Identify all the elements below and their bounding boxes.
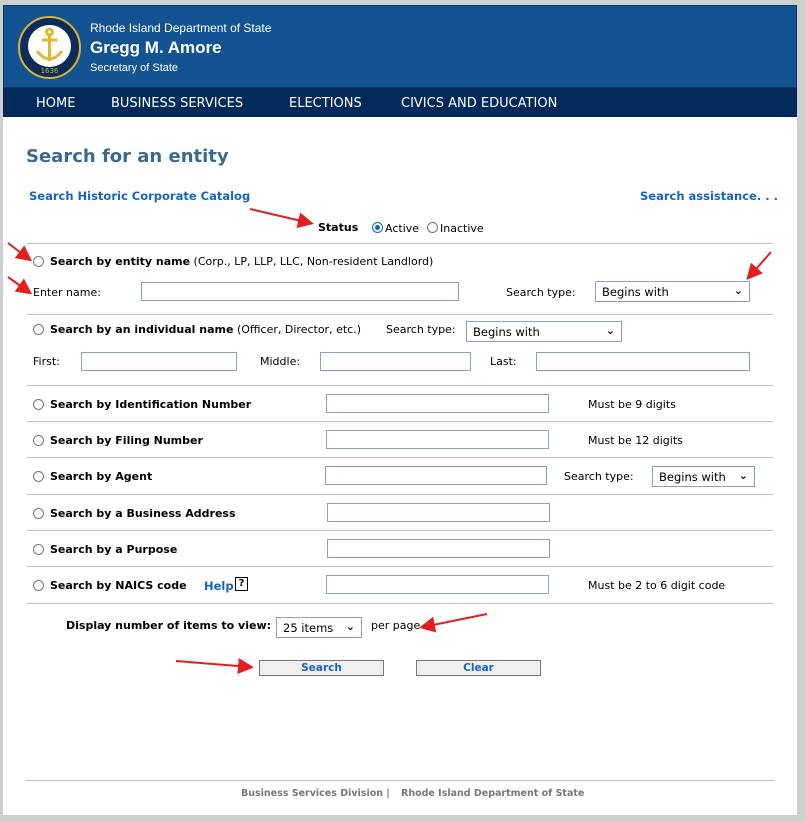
arrow-to-search-button (175, 658, 254, 675)
annotation-arrows (7, 208, 772, 675)
arrow-to-per-page (419, 613, 488, 633)
arrow-to-enter-name (7, 276, 33, 295)
arrow-to-search-type (746, 251, 772, 281)
arrow-to-entity-radio (7, 242, 33, 262)
arrow-to-status (249, 208, 314, 229)
